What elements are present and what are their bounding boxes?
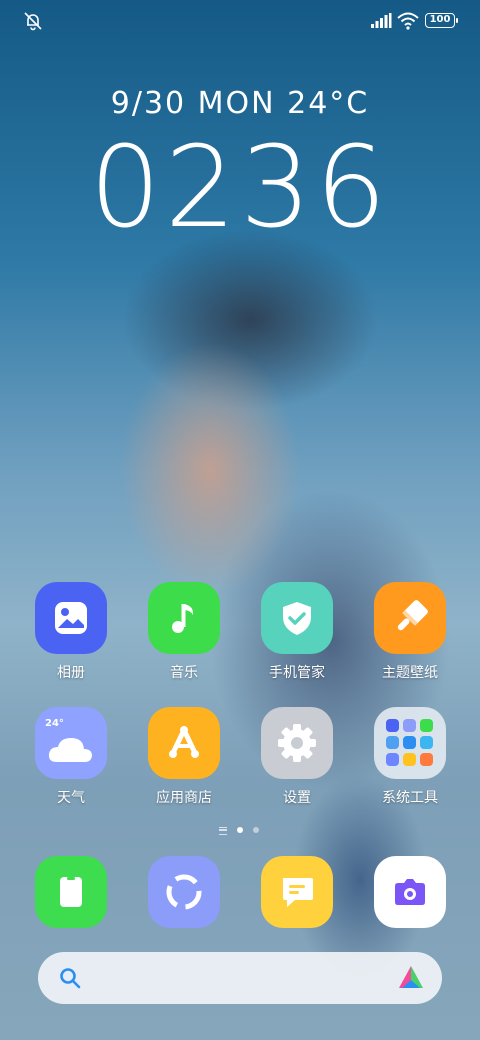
status-bar: 100: [0, 10, 480, 32]
search-bar[interactable]: [38, 952, 442, 1004]
dock-browser-app[interactable]: [129, 856, 239, 928]
signal-icon: [371, 13, 392, 28]
app-label: 相册: [57, 665, 85, 681]
page-dot: [253, 827, 259, 833]
app-label: 设置: [283, 790, 311, 806]
app-gallery[interactable]: 相册: [16, 582, 126, 682]
lockscreen-date: 9/30 MON 24°C: [110, 86, 370, 121]
search-icon: [60, 968, 81, 989]
app-label: 天气: [57, 790, 85, 806]
shield-check-icon: [261, 582, 333, 654]
mute-notification-icon: [24, 12, 42, 31]
wifi-icon: [397, 12, 419, 30]
app-label: 音乐: [170, 665, 198, 681]
clock-widget[interactable]: 0236: [0, 128, 480, 248]
app-security[interactable]: 手机管家: [242, 582, 352, 682]
folder-icon: [374, 707, 446, 779]
gear-icon: [261, 707, 333, 779]
menu-icon: [219, 827, 227, 835]
app-themes[interactable]: 主题壁纸: [355, 582, 465, 682]
page-dot-active: [237, 827, 243, 833]
dock-camera-app[interactable]: [355, 856, 465, 928]
app-settings[interactable]: 设置: [242, 707, 352, 807]
phone-icon: [35, 856, 107, 928]
dock-messages-app[interactable]: [242, 856, 352, 928]
app-label: 系统工具: [382, 790, 438, 806]
page-indicator[interactable]: [0, 824, 480, 836]
weather-temp: 24°: [45, 718, 64, 729]
app-label: 手机管家: [269, 665, 325, 681]
message-icon: [261, 856, 333, 928]
browser-icon: [148, 856, 220, 928]
battery-indicator: 100: [425, 13, 458, 28]
app-label: 主题壁纸: [382, 665, 438, 681]
assistant-icon[interactable]: [396, 964, 426, 992]
gallery-icon: [35, 582, 107, 654]
app-weather[interactable]: 24° 天气: [16, 707, 126, 807]
app-folder-system-tools[interactable]: 系统工具: [355, 707, 465, 807]
music-note-icon: [148, 582, 220, 654]
camera-icon: [374, 856, 446, 928]
weather-cloud-icon: 24°: [35, 707, 107, 779]
app-label: 应用商店: [156, 790, 212, 806]
paint-brush-icon: [374, 582, 446, 654]
app-store-icon: [148, 707, 220, 779]
app-store[interactable]: 应用商店: [129, 707, 239, 807]
app-music[interactable]: 音乐: [129, 582, 239, 682]
dock-phone-app[interactable]: [16, 856, 126, 928]
